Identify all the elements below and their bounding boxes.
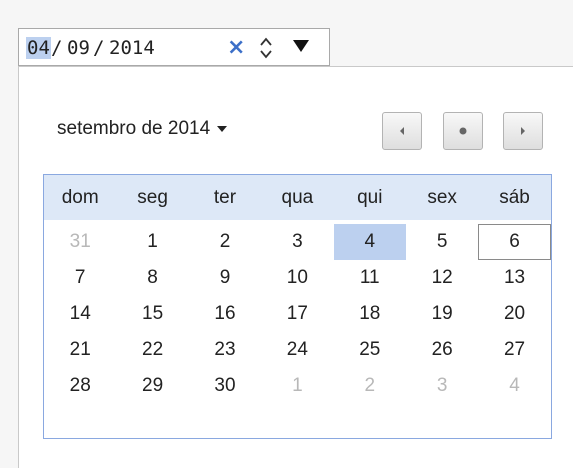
date-day-segment[interactable]: 04 <box>26 37 51 59</box>
week-row: 14 15 16 17 18 19 20 <box>44 296 551 332</box>
weekday-label: sex <box>427 187 457 208</box>
day-cell[interactable]: 30 <box>189 368 261 404</box>
day-cell[interactable]: 11 <box>334 260 406 296</box>
day-cell[interactable]: 13 <box>478 260 550 296</box>
weekday-label: qua <box>281 187 314 208</box>
day-cell[interactable]: 6 <box>478 224 551 260</box>
weekday-label: sáb <box>499 187 530 208</box>
triangle-right-icon <box>521 127 525 135</box>
day-cell[interactable]: 4 <box>478 368 550 404</box>
calendar-popup: setembro de 2014 dom seg ter qua qui sex… <box>18 66 573 468</box>
day-cell[interactable]: 2 <box>334 368 406 404</box>
month-year-label: setembro de 2014 <box>57 118 211 139</box>
day-cell[interactable]: 31 <box>44 224 116 260</box>
caret-down-icon <box>217 125 228 132</box>
day-cell[interactable]: 17 <box>261 296 333 332</box>
day-cell[interactable]: 14 <box>44 296 116 332</box>
today-button[interactable] <box>443 112 483 150</box>
weekday-label: qui <box>357 187 383 208</box>
week-row: 7 8 9 10 11 12 13 <box>44 260 551 296</box>
calendar-dropdown-button[interactable] <box>283 29 327 65</box>
day-cell[interactable]: 9 <box>189 260 261 296</box>
day-cell[interactable]: 25 <box>334 332 406 368</box>
day-cell[interactable]: 15 <box>116 296 188 332</box>
day-grid: 31 1 2 3 4 5 6 7 8 9 10 11 12 13 14 15 16 17 18 19 20 21 22 23 2… <box>44 224 551 404</box>
week-row: 28 29 30 1 2 3 4 <box>44 368 551 404</box>
day-cell[interactable]: 1 <box>261 368 333 404</box>
day-cell[interactable]: 1 <box>116 224 188 260</box>
weekday-header: dom seg ter qua qui sex sáb <box>44 175 551 220</box>
day-cell[interactable]: 21 <box>44 332 116 368</box>
day-cell[interactable]: 28 <box>44 368 116 404</box>
day-cell[interactable]: 10 <box>261 260 333 296</box>
day-cell[interactable]: 3 <box>261 224 333 260</box>
month-year-selector[interactable]: setembro de 2014 <box>57 118 228 140</box>
day-cell[interactable]: 5 <box>406 224 478 260</box>
day-cell[interactable]: 2 <box>189 224 261 260</box>
day-cell[interactable]: 3 <box>406 368 478 404</box>
weekday-label: dom <box>61 187 99 208</box>
close-icon[interactable]: × <box>227 36 245 60</box>
date-separator: / <box>51 37 63 59</box>
day-cell[interactable]: 24 <box>261 332 333 368</box>
day-cell[interactable]: 4 <box>333 224 406 260</box>
triangle-left-icon <box>400 127 404 135</box>
date-separator: / <box>93 37 105 59</box>
day-cell[interactable]: 22 <box>116 332 188 368</box>
next-month-button[interactable] <box>503 112 543 150</box>
day-cell[interactable]: 7 <box>44 260 116 296</box>
spin-up-down-icon[interactable] <box>257 33 275 63</box>
week-row: 21 22 23 24 25 26 27 <box>44 332 551 368</box>
day-cell[interactable]: 19 <box>406 296 478 332</box>
dot-icon <box>459 127 467 135</box>
calendar-grid: dom seg ter qua qui sex sáb 31 1 2 3 4 5 6 7 8 9 1… <box>43 174 552 439</box>
day-cell[interactable]: 26 <box>406 332 478 368</box>
weekday-label: ter <box>213 187 237 208</box>
date-year-segment[interactable]: 2014 <box>109 37 155 59</box>
day-cell[interactable]: 20 <box>478 296 550 332</box>
day-cell[interactable]: 8 <box>116 260 188 296</box>
week-row: 31 1 2 3 4 5 6 <box>44 224 551 260</box>
day-cell[interactable]: 27 <box>478 332 550 368</box>
day-cell[interactable]: 23 <box>189 332 261 368</box>
triangle-down-icon <box>293 40 309 52</box>
date-input[interactable]: 04 / 09 / 2014 × <box>18 28 330 66</box>
day-cell[interactable]: 29 <box>116 368 188 404</box>
day-cell[interactable]: 16 <box>189 296 261 332</box>
previous-month-button[interactable] <box>382 112 422 150</box>
day-cell[interactable]: 18 <box>334 296 406 332</box>
date-month-segment[interactable]: 09 <box>67 37 90 59</box>
weekday-label: seg <box>137 187 168 208</box>
day-cell[interactable]: 12 <box>406 260 478 296</box>
